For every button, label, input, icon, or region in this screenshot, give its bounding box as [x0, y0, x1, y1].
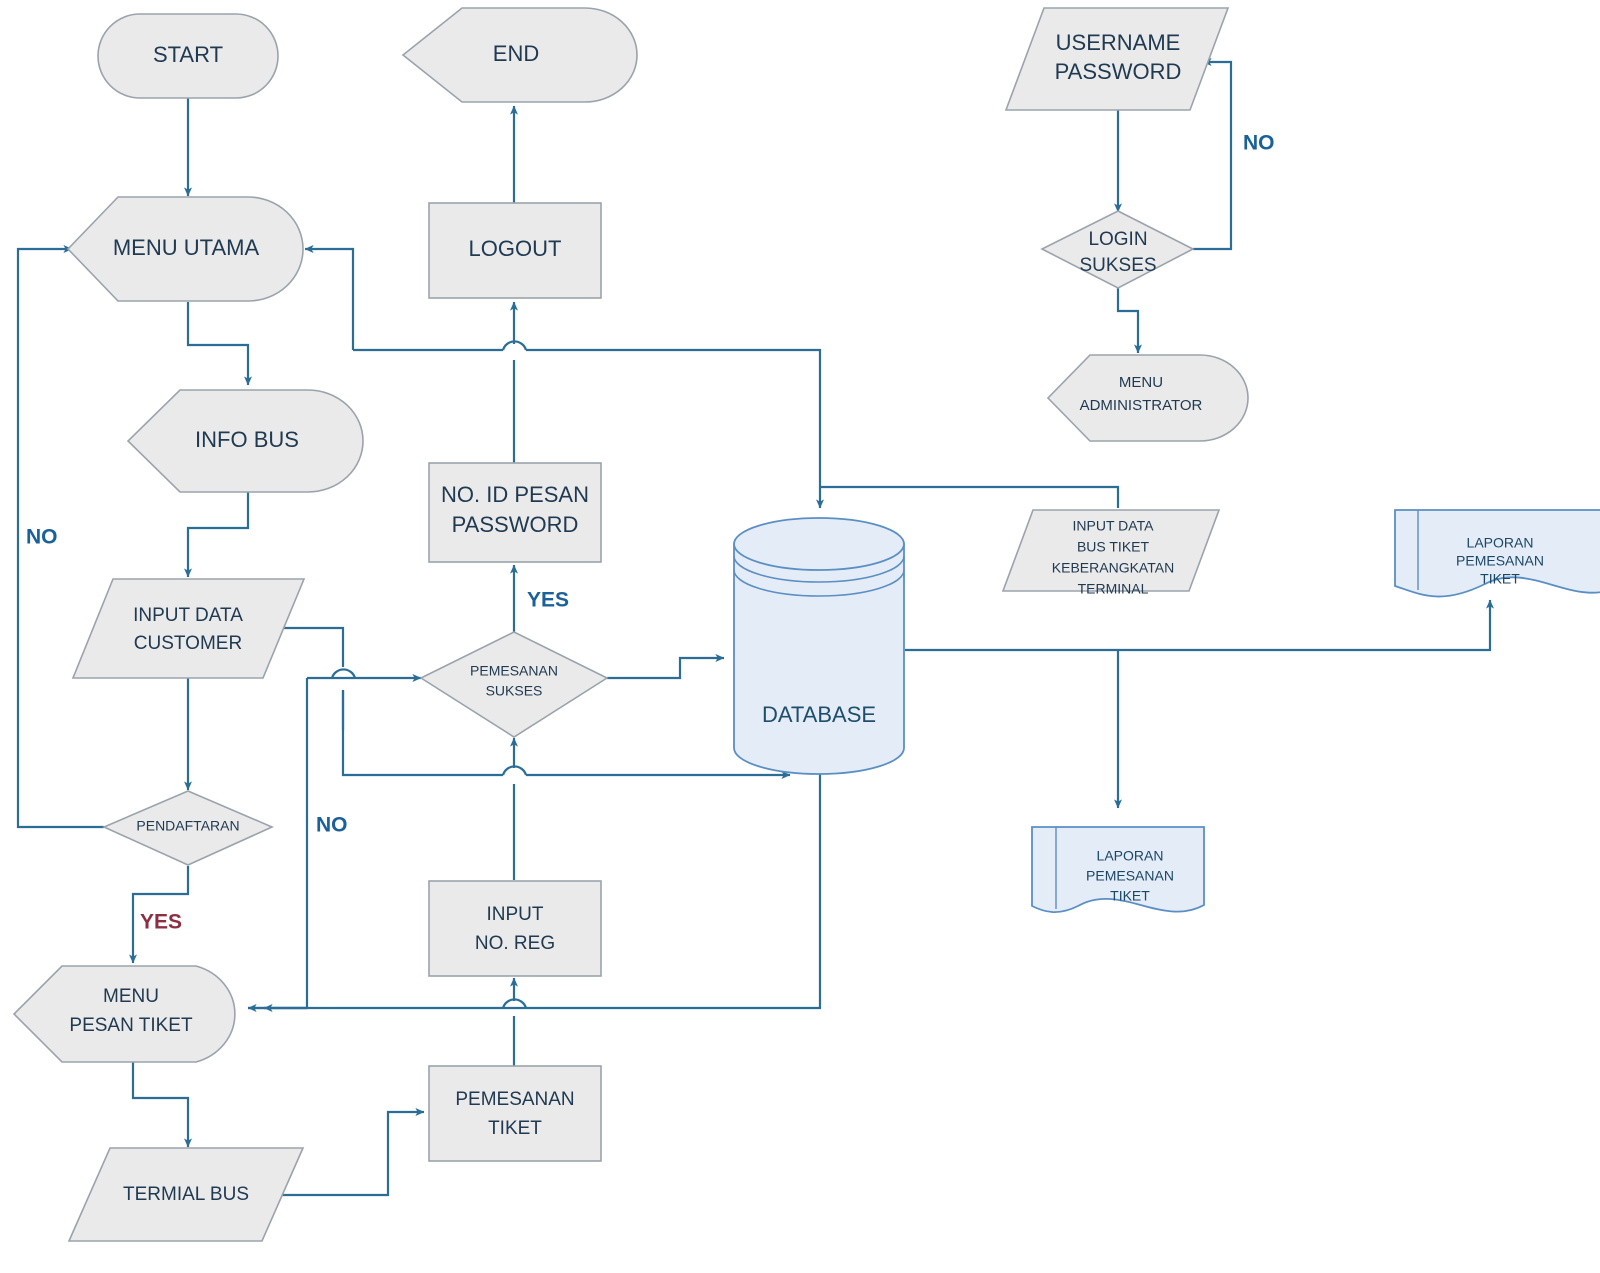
node-menu-administrator-line2: ADMINISTRATOR — [1080, 397, 1203, 414]
node-termial-bus-label: TERMIAL BUS — [123, 1184, 249, 1205]
node-no-id-pesan-line2: PASSWORD — [452, 512, 579, 537]
node-pemesanan-sukses-line2: SUKSES — [486, 683, 543, 699]
node-input-data-bus-line4: TERMINAL — [1078, 581, 1149, 597]
node-menu-administrator-line1: MENU — [1119, 374, 1163, 391]
node-termial-bus[interactable]: TERMIAL BUS — [67, 1147, 305, 1242]
node-input-no-reg[interactable]: INPUT NO. REG — [428, 880, 602, 977]
node-input-no-reg-line1: INPUT — [487, 904, 544, 925]
node-pemesanan-tiket-line1: PEMESANAN — [455, 1089, 574, 1110]
node-menu-pesan-tiket[interactable]: MENU PESAN TIKET — [12, 965, 236, 1063]
node-login-sukses-line1: LOGIN — [1088, 229, 1147, 250]
edge-label-no-pendaftaran: NO — [26, 526, 58, 549]
node-pemesanan-sukses[interactable]: PEMESANAN SUKSES — [419, 631, 609, 738]
line-hop-4 — [330, 668, 357, 679]
node-laporan-bottom[interactable]: LAPORAN PEMESANAN TIKET — [1031, 826, 1205, 913]
node-username-password[interactable]: USERNAME PASSWORD — [1004, 7, 1230, 111]
node-info-bus-label: INFO BUS — [195, 427, 299, 452]
node-input-data-customer-line2: CUSTOMER — [134, 633, 242, 654]
edge-label-no-login: NO — [1243, 132, 1275, 155]
node-laporan-bottom-line3: TIKET — [1110, 888, 1150, 904]
node-input-no-reg-line2: NO. REG — [475, 933, 555, 954]
node-pendaftaran[interactable]: PENDAFTARAN — [102, 790, 274, 866]
node-laporan-bottom-line2: PEMESANAN — [1086, 868, 1174, 884]
node-menu-administrator[interactable]: MENU ADMINISTRATOR — [1046, 354, 1249, 442]
node-input-data-bus-line3: KEBERANGKATAN — [1052, 560, 1174, 576]
node-pendaftaran-label: PENDAFTARAN — [136, 818, 239, 834]
node-laporan-right-line1: LAPORAN — [1467, 535, 1534, 551]
node-menu-pesan-tiket-line2: PESAN TIKET — [69, 1015, 193, 1036]
node-start-label: START — [153, 42, 223, 67]
node-input-data-bus[interactable]: INPUT DATA BUS TIKET KEBERANGKATAN TERMI… — [1001, 509, 1221, 597]
node-end[interactable]: END — [401, 7, 638, 103]
edge-label-no-pemesanan: NO — [316, 814, 348, 837]
node-menu-utama[interactable]: MENU UTAMA — [66, 196, 304, 302]
edge-inputdatabus-to-dbfeed — [820, 485, 1120, 508]
node-input-data-customer-line1: INPUT DATA — [133, 605, 243, 626]
node-database[interactable]: DATABASE — [733, 517, 905, 775]
node-info-bus[interactable]: INFO BUS — [126, 389, 364, 493]
node-input-data-bus-line2: BUS TIKET — [1077, 539, 1150, 555]
edge-menupesantiket-to-termialbus — [131, 1060, 192, 1148]
node-logout[interactable]: LOGOUT — [428, 202, 602, 299]
node-logout-label: LOGOUT — [469, 236, 562, 261]
node-pemesanan-tiket[interactable]: PEMESANAN TIKET — [428, 1065, 602, 1162]
node-no-id-pesan[interactable]: NO. ID PESAN PASSWORD — [428, 462, 602, 563]
edge-pemesanansukses-to-database — [607, 654, 725, 680]
node-database-label: DATABASE — [762, 702, 876, 727]
flowchart-canvas: START END MENU UTAMA INFO BUS INPUT DATA… — [0, 0, 1600, 1273]
edge-loginsukses-no-to-userpass — [1193, 58, 1233, 251]
flowchart-svg: START END MENU UTAMA INFO BUS INPUT DATA… — [12, 7, 1600, 1242]
node-pemesanan-tiket-line2: TIKET — [488, 1118, 542, 1139]
node-menu-pesan-tiket-line1: MENU — [103, 986, 159, 1007]
edge-no-branch-down — [248, 678, 309, 1010]
node-laporan-right-line2: PEMESANAN — [1456, 553, 1544, 569]
edge-database-to-laporan-right — [905, 599, 1494, 652]
node-no-id-pesan-line1: NO. ID PESAN — [441, 482, 589, 507]
node-input-data-customer[interactable]: INPUT DATA CUSTOMER — [71, 578, 306, 679]
node-menu-utama-label: MENU UTAMA — [113, 235, 260, 260]
node-laporan-bottom-line1: LAPORAN — [1097, 848, 1164, 864]
node-end-label: END — [493, 41, 539, 66]
edge-loginsukses-to-menuadmin — [1116, 287, 1142, 354]
node-login-sukses[interactable]: LOGIN SUKSES — [1040, 210, 1195, 289]
node-start[interactable]: START — [97, 13, 279, 99]
edge-infobus-to-inputcustomer — [184, 492, 250, 578]
node-username-password-line2: PASSWORD — [1055, 59, 1182, 84]
edge-menuutama-to-infobus — [186, 302, 252, 386]
node-login-sukses-line2: SUKSES — [1079, 255, 1156, 276]
node-laporan-right[interactable]: LAPORAN PEMESANAN TIKET — [1394, 509, 1600, 598]
edge-label-yes-pemesanan: YES — [527, 589, 569, 612]
node-input-data-bus-line1: INPUT DATA — [1073, 518, 1155, 534]
node-username-password-line1: USERNAME — [1056, 30, 1181, 55]
node-laporan-right-line3: TIKET — [1480, 571, 1520, 587]
node-pemesanan-sukses-line1: PEMESANAN — [470, 663, 558, 679]
edge-label-yes-pendaftaran: YES — [140, 911, 182, 934]
edge-to-menuutama-right — [304, 245, 355, 350]
